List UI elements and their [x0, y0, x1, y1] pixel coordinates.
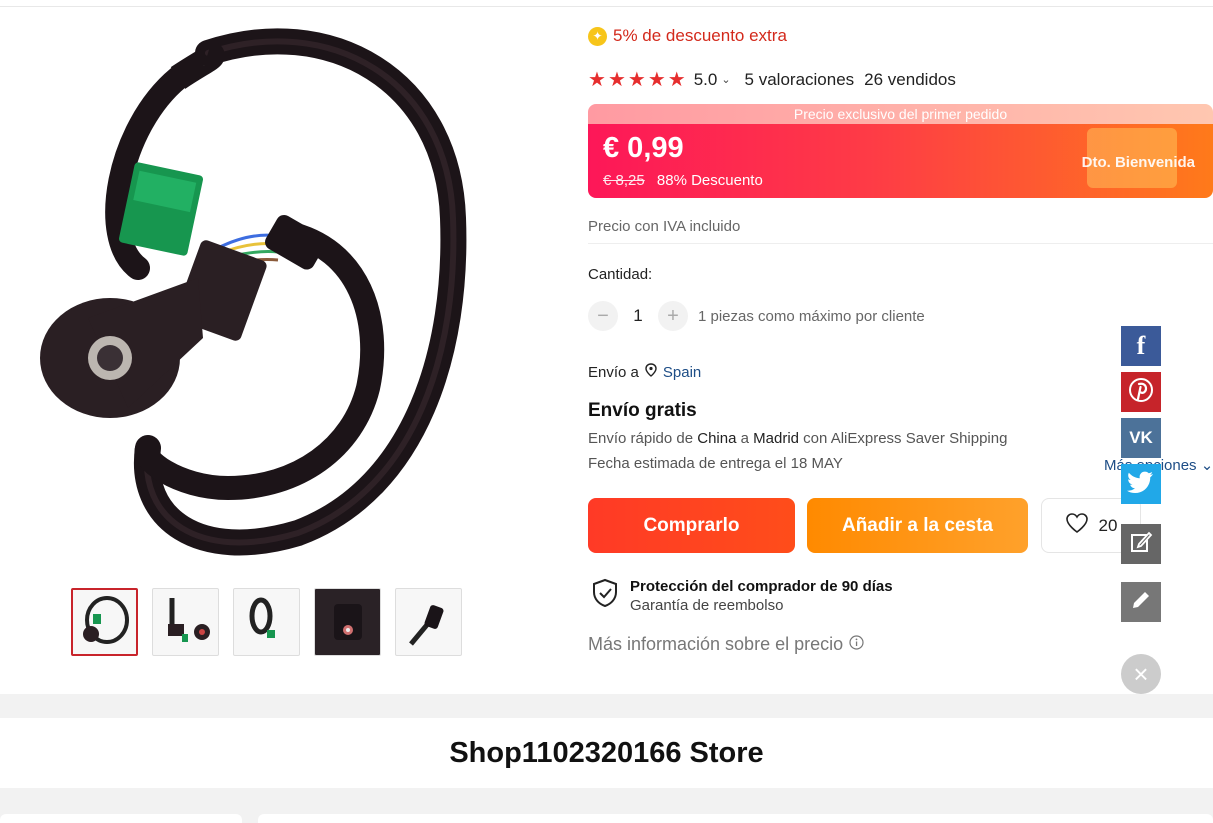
- original-price: € 8,25: [603, 172, 645, 189]
- shipping-route-prefix: Envío rápido de: [588, 430, 698, 447]
- shipping-route: Envío rápido de China a Madrid con AliEx…: [588, 430, 1007, 447]
- chevron-down-icon[interactable]: ⌄: [721, 73, 730, 86]
- star-icon: ★: [627, 69, 646, 91]
- delivery-eta: Fecha estimada de entrega el 18 MAY: [588, 455, 843, 472]
- free-shipping-title: Envío gratis: [588, 400, 697, 421]
- facebook-share-button[interactable]: f: [1121, 326, 1161, 366]
- top-divider: [0, 6, 1213, 7]
- thumbnail-strip: [71, 588, 462, 656]
- chevron-down-icon: ⌄: [1200, 457, 1213, 474]
- thumbnail-2[interactable]: [152, 588, 219, 656]
- content-card: [258, 814, 1213, 823]
- current-price: € 0,99: [603, 132, 684, 164]
- vk-share-button[interactable]: VK: [1121, 418, 1161, 458]
- heart-icon: [1065, 512, 1089, 539]
- price-info-text: Más información sobre el precio: [588, 634, 844, 654]
- quantity-label: Cantidad:: [588, 266, 653, 283]
- star-icon: ★: [607, 69, 626, 91]
- twitter-share-button[interactable]: [1121, 464, 1161, 504]
- quantity-decrease-button[interactable]: −: [588, 301, 618, 331]
- edit-share-button[interactable]: [1121, 524, 1161, 564]
- quantity-limit-note: 1 piezas como máximo por cliente: [698, 307, 925, 325]
- extra-discount-coupon[interactable]: ✦ 5% de descuento extra: [588, 26, 787, 46]
- sold-count: 26 vendidos: [864, 69, 956, 89]
- close-icon: ×: [1133, 658, 1149, 689]
- close-share-bar-button[interactable]: ×: [1121, 654, 1161, 694]
- pinterest-share-button[interactable]: [1121, 372, 1161, 412]
- tax-note: Precio con IVA incluido: [588, 218, 741, 235]
- product-main-image[interactable]: [28, 18, 480, 558]
- store-name-link[interactable]: Shop1102320166 Store: [449, 737, 763, 770]
- store-header: Shop1102320166 Store: [0, 718, 1213, 788]
- price-info-link[interactable]: Más información sobre el precio: [588, 634, 864, 655]
- pencil-icon: [1130, 589, 1152, 616]
- thumbnail-3[interactable]: [233, 588, 300, 656]
- shield-check-icon: [592, 578, 618, 614]
- thumbnail-1[interactable]: [71, 588, 138, 656]
- pinterest-icon: [1128, 377, 1154, 408]
- add-to-cart-button[interactable]: Añadir a la cesta: [807, 498, 1028, 553]
- ship-to-row: Envío a Spain: [588, 363, 701, 381]
- first-order-label: Precio exclusivo del primer pedido: [588, 104, 1213, 124]
- wishlist-count: 20: [1098, 515, 1118, 535]
- thumbnail-4[interactable]: [314, 588, 381, 656]
- twitter-icon: [1127, 470, 1155, 499]
- edit-note-icon: [1129, 530, 1153, 559]
- price-banner: Precio exclusivo del primer pedido € 0,9…: [588, 104, 1213, 198]
- facebook-icon: f: [1136, 331, 1146, 360]
- sidebar-card: [0, 814, 242, 823]
- reviews-count[interactable]: 5 valoraciones: [745, 70, 855, 90]
- section-divider: [588, 243, 1213, 244]
- quantity-stepper: − 1 + 1 piezas como máximo por cliente: [588, 301, 925, 331]
- star-icon: ★: [667, 69, 686, 91]
- shipping-method: con AliExpress Saver Shipping: [799, 430, 1008, 447]
- star-icon: ★: [647, 69, 666, 91]
- ship-country-link[interactable]: Spain: [663, 364, 701, 381]
- quantity-value[interactable]: 1: [618, 306, 658, 326]
- pencil-share-button[interactable]: [1121, 582, 1161, 622]
- original-price-row: € 8,25 88% Descuento: [603, 172, 763, 189]
- ship-to-label: Envío a: [588, 363, 639, 381]
- rating-score[interactable]: 5.0: [694, 70, 718, 90]
- welcome-discount-label: Dto. Bienvenida: [1081, 154, 1195, 171]
- discount-percent: 88% Descuento: [656, 172, 763, 189]
- info-icon: [849, 634, 864, 655]
- shipping-origin: China: [697, 430, 737, 447]
- protection-subtitle: Garantía de reembolso: [630, 597, 784, 614]
- coupon-text: 5% de descuento extra: [613, 26, 787, 45]
- buyer-protection: Protección del comprador de 90 días Gara…: [592, 578, 893, 614]
- quantity-increase-button[interactable]: +: [658, 301, 688, 331]
- shipping-destination: Madrid: [753, 430, 799, 447]
- shipping-route-mid: a: [736, 430, 754, 447]
- buy-now-button[interactable]: Comprarlo: [588, 498, 795, 553]
- vk-icon: VK: [1129, 428, 1153, 447]
- protection-title: Protección del comprador de 90 días: [630, 578, 893, 595]
- location-pin-icon: [645, 363, 657, 381]
- star-coin-icon: ✦: [588, 26, 607, 46]
- rating-stars: ★ ★ ★ ★ ★: [588, 67, 686, 92]
- section-gap: [0, 694, 1213, 718]
- rating-row: ★ ★ ★ ★ ★ 5.0 ⌄ 5 valoraciones 26 vendid…: [588, 67, 956, 92]
- star-icon: ★: [588, 69, 606, 91]
- price-box: € 0,99 € 8,25 88% Descuento Dto. Bienven…: [588, 124, 1213, 198]
- thumbnail-5[interactable]: [395, 588, 462, 656]
